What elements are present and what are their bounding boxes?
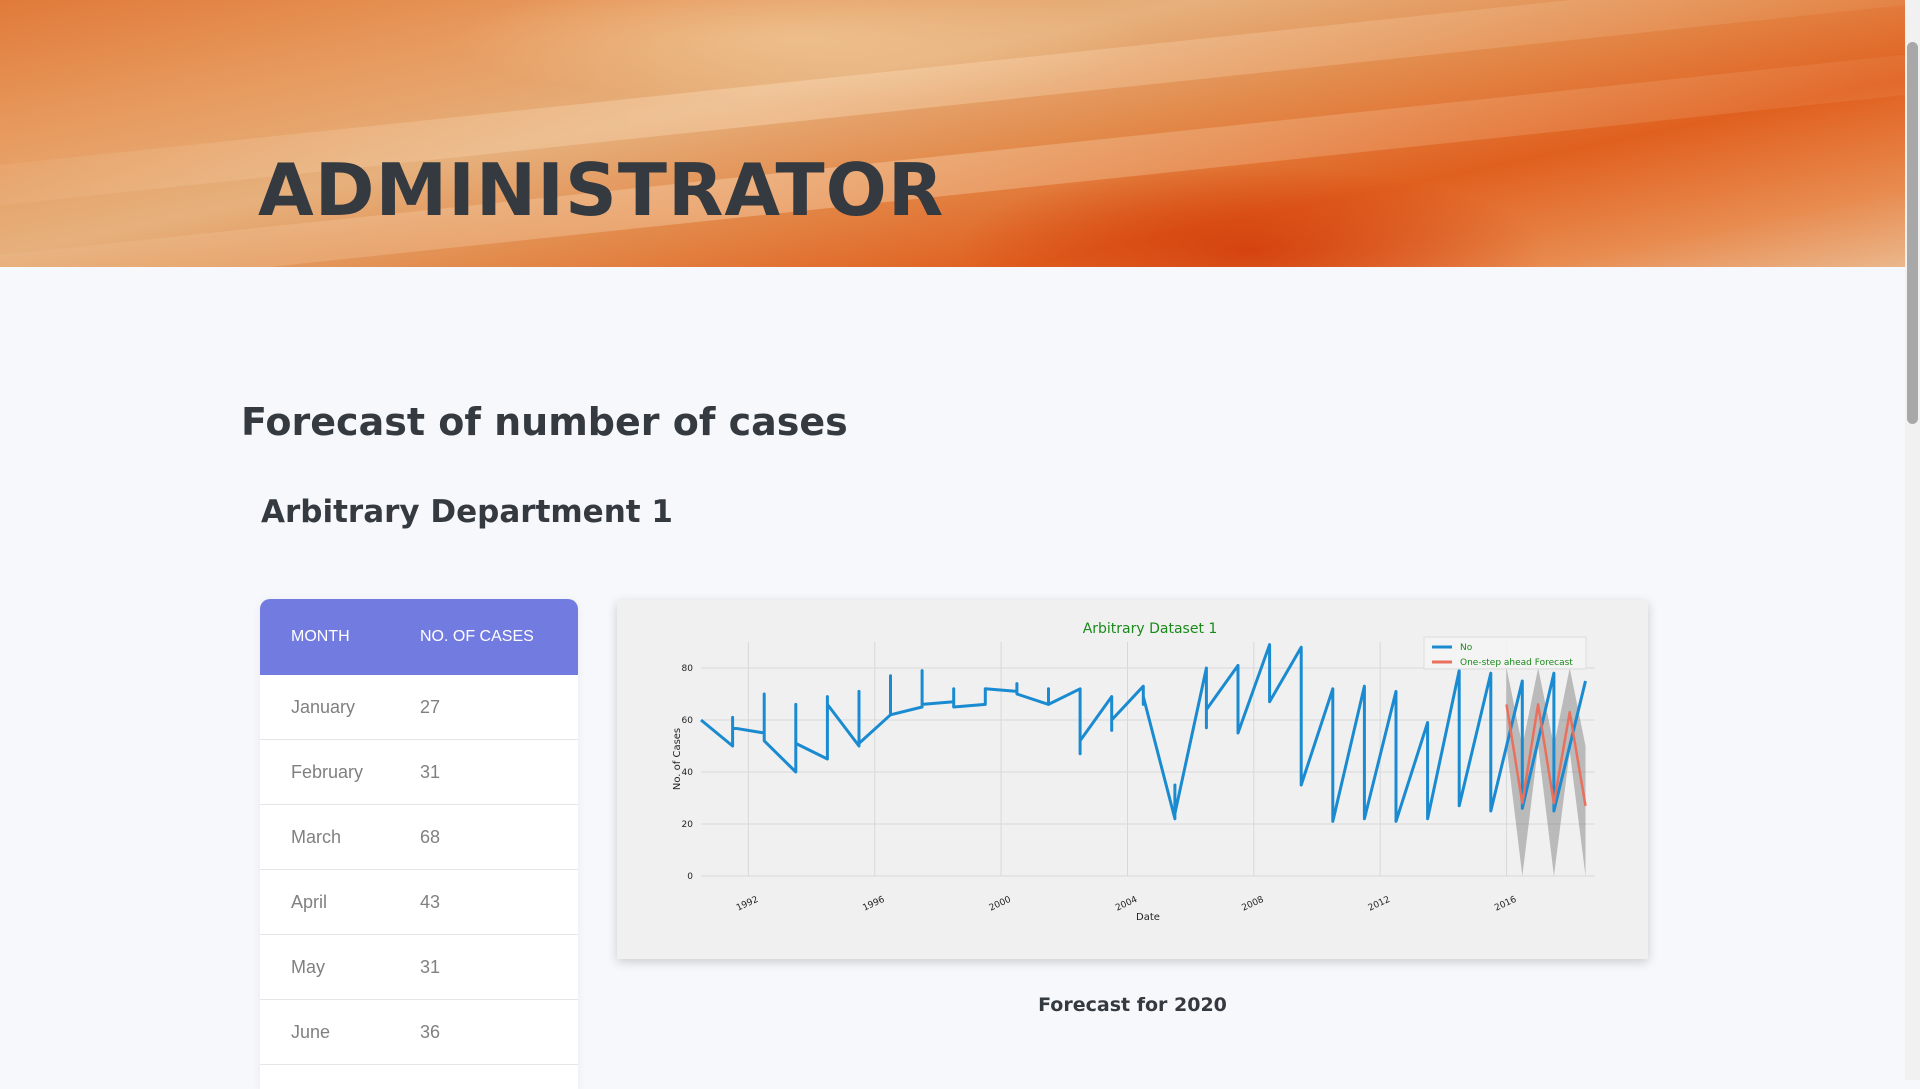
column-header-cases: NO. OF CASES bbox=[420, 628, 534, 645]
cases-cell: 43 bbox=[420, 891, 441, 912]
month-cell: March bbox=[291, 826, 342, 847]
y-tick-label: 60 bbox=[682, 716, 694, 726]
table-header: MONTH NO. OF CASES bbox=[260, 599, 578, 675]
legend-label: One-step ahead Forecast bbox=[1460, 658, 1573, 668]
page-title: ADMINISTRATOR bbox=[258, 148, 945, 232]
scrollbar-thumb[interactable] bbox=[1907, 42, 1918, 424]
table-row: January 27 bbox=[260, 675, 578, 740]
table-row: April 43 bbox=[260, 870, 578, 935]
month-cell: June bbox=[291, 1021, 331, 1042]
chart-caption: Forecast for 2020 bbox=[1038, 994, 1227, 1016]
x-tick-label: 1992 bbox=[735, 895, 760, 914]
y-tick-label: 80 bbox=[682, 664, 694, 674]
y-axis-label: No. of Cases bbox=[672, 728, 683, 790]
month-cell: January bbox=[291, 696, 356, 717]
forecast-chart: 0 20 40 60 80 1992 1996 2000 2004 2008 2012 2016 Arb… bbox=[617, 600, 1648, 959]
x-tick-label: 2004 bbox=[1114, 895, 1139, 914]
cases-cell: 27 bbox=[420, 696, 441, 717]
chart-title: Arbitrary Dataset 1 bbox=[1083, 621, 1218, 637]
cases-table: MONTH NO. OF CASES January 27 February 3… bbox=[260, 599, 578, 1089]
x-tick-label: 2000 bbox=[988, 895, 1013, 914]
cases-cell: 31 bbox=[420, 956, 441, 977]
table-row: June 36 bbox=[260, 1000, 578, 1065]
y-tick-label: 40 bbox=[682, 768, 694, 778]
cases-cell: 36 bbox=[420, 1021, 441, 1042]
month-cell: February bbox=[291, 761, 364, 782]
legend-label: No bbox=[1460, 643, 1473, 653]
scrollbar[interactable] bbox=[1905, 0, 1920, 1080]
x-tick-label: 2016 bbox=[1493, 895, 1518, 914]
cases-cell: 31 bbox=[420, 761, 441, 782]
table-row: May 31 bbox=[260, 935, 578, 1000]
y-tick-label: 0 bbox=[687, 872, 693, 882]
x-tick-label: 1996 bbox=[861, 895, 886, 914]
y-tick-label: 20 bbox=[682, 820, 694, 830]
month-cell: May bbox=[291, 956, 326, 977]
forecast-chart-svg: 0 20 40 60 80 1992 1996 2000 2004 2008 2012 2016 Arb… bbox=[672, 621, 1595, 923]
table-row: February 31 bbox=[260, 740, 578, 805]
department-title: Arbitrary Department 1 bbox=[261, 494, 673, 530]
cases-cell: 68 bbox=[420, 826, 441, 847]
series-line-observed bbox=[700, 643, 1587, 823]
section-title: Forecast of number of cases bbox=[241, 400, 848, 444]
column-header-month: MONTH bbox=[291, 628, 350, 645]
x-tick-label: 2012 bbox=[1367, 895, 1392, 914]
month-cell: April bbox=[291, 891, 328, 912]
table-row: March 68 bbox=[260, 805, 578, 870]
x-tick-label: 2008 bbox=[1240, 895, 1265, 914]
x-axis-label: Date bbox=[1136, 912, 1160, 923]
header-banner: ADMINISTRATOR bbox=[0, 0, 1905, 267]
